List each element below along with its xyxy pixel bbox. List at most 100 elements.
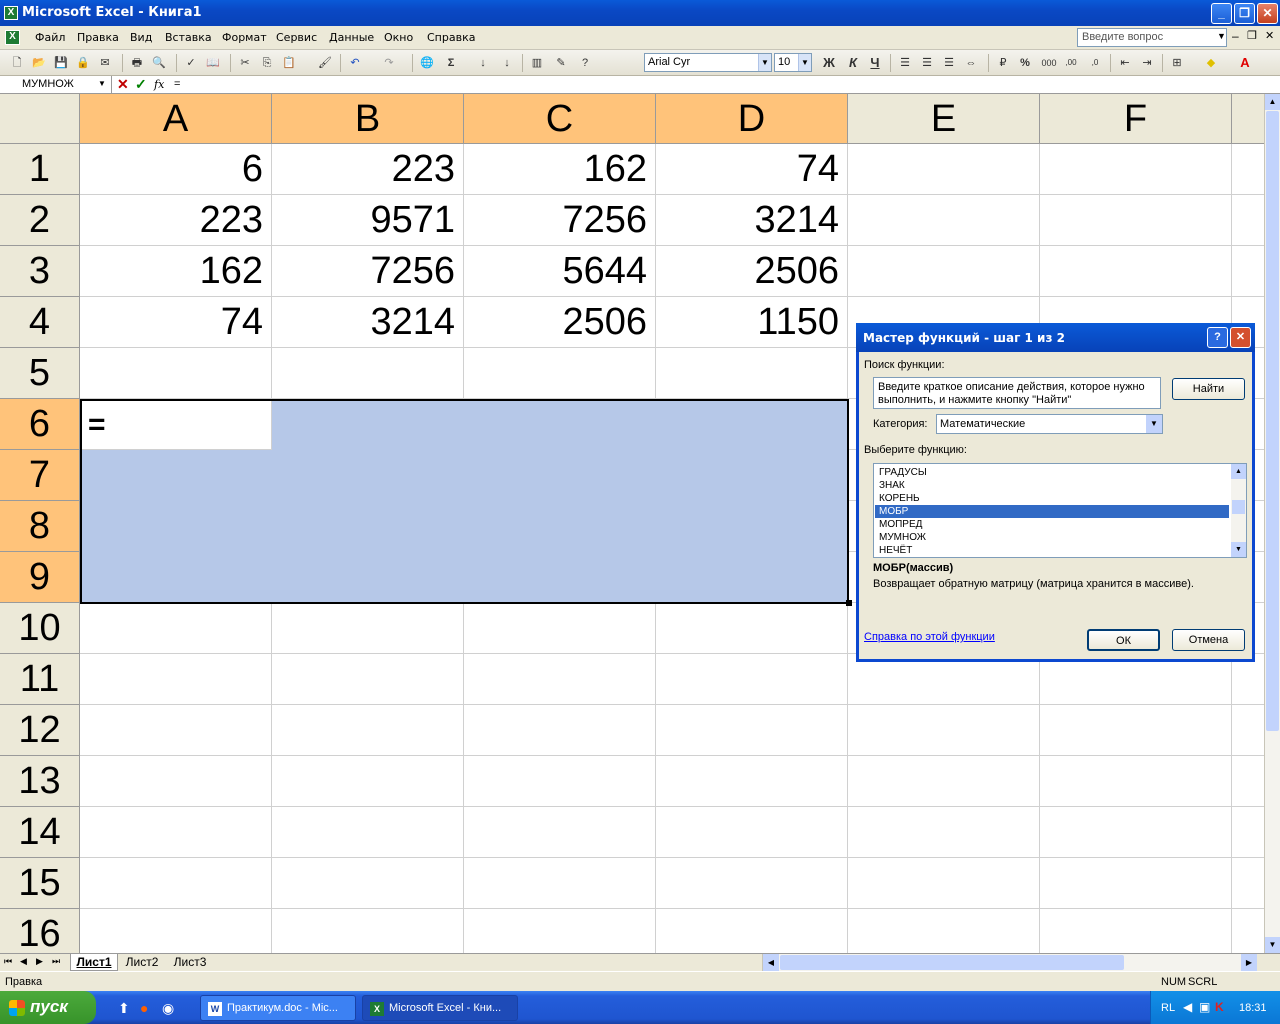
cancel-icon[interactable]: ✕ (117, 76, 129, 93)
row-header-7[interactable]: 7 (0, 450, 80, 501)
borders-icon[interactable]: ⊞ (1168, 54, 1186, 72)
sheet-tab-active[interactable]: Лист1 (70, 954, 118, 971)
increase-indent-icon[interactable]: ⇥ (1138, 54, 1156, 72)
column-header-e[interactable]: E (848, 94, 1040, 144)
row-header-5[interactable]: 5 (0, 348, 80, 399)
cell[interactable] (848, 807, 1040, 858)
column-header-partial[interactable] (1232, 94, 1264, 144)
bold-button[interactable]: Ж (820, 54, 838, 72)
find-button[interactable]: Найти (1172, 378, 1245, 400)
horizontal-scrollbar[interactable]: ◀ ▶ (762, 954, 1257, 971)
cell[interactable]: 9571 (272, 195, 464, 246)
cell[interactable] (272, 909, 464, 953)
function-item[interactable]: ЗНАК (875, 479, 1229, 492)
cell[interactable] (656, 909, 848, 953)
cell[interactable] (1040, 705, 1232, 756)
align-center-icon[interactable]: ☰ (918, 54, 936, 72)
open-icon[interactable]: 📂 (30, 54, 48, 72)
undo-icon[interactable]: ↶ (346, 54, 364, 72)
cell[interactable] (1232, 705, 1264, 756)
decrease-indent-icon[interactable]: ⇤ (1116, 54, 1134, 72)
cell[interactable]: 162 (80, 246, 272, 297)
cell[interactable]: 74 (80, 297, 272, 348)
align-left-icon[interactable]: ☰ (896, 54, 914, 72)
column-header-f[interactable]: F (1040, 94, 1232, 144)
cell[interactable] (1040, 756, 1232, 807)
cell[interactable]: 1150 (656, 297, 848, 348)
font-name-combo[interactable]: Arial Cyr ▼ (644, 53, 772, 72)
align-right-icon[interactable]: ☰ (940, 54, 958, 72)
cell[interactable] (80, 756, 272, 807)
cell[interactable] (464, 603, 656, 654)
merge-center-icon[interactable]: ⇔ (962, 54, 980, 72)
dialog-close-button[interactable]: ✕ (1230, 327, 1251, 348)
cell[interactable]: 5644 (464, 246, 656, 297)
cell[interactable] (848, 144, 1040, 195)
function-help-link[interactable]: Справка по этой функции (864, 631, 995, 643)
cell[interactable] (1232, 858, 1264, 909)
paste-icon[interactable]: 📋 (280, 54, 298, 72)
document-icon[interactable]: X (5, 30, 20, 45)
redo-icon[interactable]: ↷ (380, 54, 398, 72)
list-scroll-thumb[interactable] (1232, 500, 1245, 514)
cell[interactable] (464, 858, 656, 909)
print-preview-icon[interactable]: 🔍 (150, 54, 168, 72)
scroll-left-icon[interactable]: ◀ (763, 954, 779, 971)
print-icon[interactable]: 🖶 (128, 54, 146, 72)
cell[interactable] (80, 858, 272, 909)
menu-file[interactable]: Файл (35, 31, 65, 44)
scroll-down-icon[interactable]: ▼ (1265, 937, 1280, 953)
list-scrollbar[interactable]: ▲ ▼ (1231, 464, 1246, 557)
taskbar-word-button[interactable]: W Практикум.doc - Mic... (200, 995, 356, 1021)
cell[interactable] (464, 807, 656, 858)
menu-format[interactable]: Формат (222, 31, 267, 44)
last-sheet-icon[interactable]: ⏭ (52, 956, 60, 967)
cell[interactable]: 223 (80, 195, 272, 246)
underline-button[interactable]: Ч (866, 54, 884, 72)
cell[interactable] (1232, 246, 1264, 297)
tray-icon[interactable]: K (1215, 1000, 1224, 1014)
menu-help[interactable]: Справка (427, 31, 475, 44)
vertical-scroll-thumb[interactable] (1266, 111, 1279, 731)
cell[interactable] (464, 654, 656, 705)
cell[interactable] (848, 858, 1040, 909)
font-size-combo[interactable]: 10 ▼ (774, 53, 812, 72)
cell[interactable] (848, 756, 1040, 807)
cell[interactable] (848, 246, 1040, 297)
enter-icon[interactable]: ✓ (135, 76, 147, 93)
cell[interactable] (848, 195, 1040, 246)
language-indicator[interactable]: RL (1161, 1002, 1175, 1014)
row-header-8[interactable]: 8 (0, 501, 80, 552)
tray-icon[interactable]: ▣ (1199, 1000, 1210, 1014)
cell[interactable] (80, 654, 272, 705)
cell[interactable] (1040, 807, 1232, 858)
thousands-icon[interactable]: 000 (1040, 54, 1058, 72)
cell[interactable] (80, 705, 272, 756)
ask-dropdown-icon[interactable]: ▼ (1217, 31, 1226, 41)
start-button[interactable]: пуск (0, 991, 96, 1024)
scroll-right-icon[interactable]: ▶ (1241, 954, 1257, 971)
row-header-1[interactable]: 1 (0, 144, 80, 195)
doc-close-icon[interactable]: ✕ (1265, 29, 1274, 42)
quicklaunch-icon[interactable]: ◉ (162, 1000, 174, 1017)
cell[interactable] (1040, 858, 1232, 909)
save-icon[interactable]: 💾 (52, 54, 70, 72)
cell[interactable] (272, 756, 464, 807)
cell[interactable]: 7256 (464, 195, 656, 246)
insert-function-icon[interactable]: fx (154, 78, 164, 91)
function-listbox[interactable]: ГРАДУСЫ ЗНАК КОРЕНЬ МОБР МОПРЕД МУМНОЖ Н… (873, 463, 1247, 558)
scroll-up-icon[interactable]: ▲ (1231, 464, 1246, 479)
cell[interactable] (272, 858, 464, 909)
cut-icon[interactable]: ✂ (236, 54, 254, 72)
first-sheet-icon[interactable]: ⏮ (4, 956, 12, 967)
category-select[interactable]: Математические (936, 414, 1163, 434)
cell[interactable]: 6 (80, 144, 272, 195)
chevron-down-icon[interactable]: ▼ (1146, 415, 1162, 433)
row-header-13[interactable]: 13 (0, 756, 80, 807)
restore-button[interactable]: ❐ (1234, 3, 1255, 24)
new-icon[interactable]: 🗋 (8, 54, 26, 72)
dialog-help-button[interactable]: ? (1207, 327, 1228, 348)
cancel-button[interactable]: Отмена (1172, 629, 1245, 651)
currency-icon[interactable]: ₽ (994, 54, 1012, 72)
cell[interactable] (80, 603, 272, 654)
